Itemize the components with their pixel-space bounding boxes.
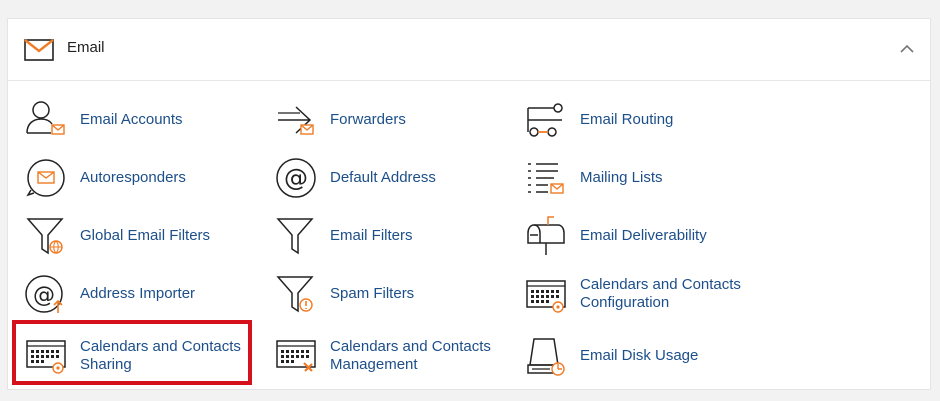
item-label: Autoresponders [80, 169, 186, 186]
spam-filters-icon [274, 273, 318, 315]
item-label: Email Filters [330, 227, 413, 244]
calendars-contacts-configuration-icon [524, 273, 568, 315]
item-label: Global Email Filters [80, 227, 211, 244]
item-label: Email Disk Usage [580, 347, 699, 364]
email-filters-icon [274, 215, 318, 257]
email-routing-icon [524, 99, 568, 141]
envelope-icon [24, 39, 54, 66]
spam-filters-link[interactable]: Spam Filters [274, 271, 514, 317]
calendars-contacts-management-link[interactable]: Calendars and Contacts Management [274, 333, 514, 379]
email-accounts-icon [24, 99, 68, 141]
autoresponders-link[interactable]: Autoresponders [24, 155, 264, 201]
global-email-filters-icon [24, 215, 68, 257]
email-routing-link[interactable]: Email Routing [524, 97, 764, 143]
item-label: Forwarders [330, 111, 406, 128]
calendars-contacts-sharing-link[interactable]: Calendars and Contacts Sharing [24, 333, 264, 379]
email-panel: Email Email Accounts Forwarders Email Ro… [7, 18, 931, 390]
email-panel-header[interactable]: Email [8, 19, 930, 81]
autoresponders-icon [24, 157, 68, 199]
calendars-contacts-configuration-link[interactable]: Calendars and Contacts Configuration [524, 271, 764, 317]
svg-text:@: @ [33, 283, 55, 308]
item-label: Mailing Lists [580, 169, 663, 186]
email-accounts-link[interactable]: Email Accounts [24, 97, 264, 143]
item-label: Address Importer [80, 285, 196, 302]
address-importer-link[interactable]: @ Address Importer [24, 271, 264, 317]
calendars-contacts-management-icon [274, 335, 318, 377]
address-importer-icon: @ [24, 273, 68, 315]
item-label: Calendars and Contacts Sharing [80, 338, 241, 373]
forwarders-link[interactable]: Forwarders [274, 97, 514, 143]
email-filters-link[interactable]: Email Filters [274, 213, 514, 259]
item-label: Email Routing [580, 111, 674, 128]
global-email-filters-link[interactable]: Global Email Filters [24, 213, 264, 259]
email-deliverability-icon [524, 215, 568, 257]
item-label: Spam Filters [330, 285, 415, 302]
forwarders-icon [274, 99, 318, 141]
panel-title: Email [67, 39, 105, 56]
svg-text:@: @ [284, 164, 308, 192]
item-label: Calendars and Contacts Configuration [580, 276, 741, 311]
email-disk-usage-icon [524, 335, 568, 377]
mailing-lists-link[interactable]: Mailing Lists [524, 155, 764, 201]
email-disk-usage-link[interactable]: Email Disk Usage [524, 333, 764, 379]
default-address-link[interactable]: @ Default Address [274, 155, 514, 201]
item-label: Default Address [330, 169, 436, 186]
chevron-up-icon[interactable] [900, 41, 914, 59]
item-label: Calendars and Contacts Management [330, 338, 491, 373]
default-address-icon: @ [274, 157, 318, 199]
item-label: Email Deliverability [580, 227, 707, 244]
item-label: Email Accounts [80, 111, 183, 128]
email-deliverability-link[interactable]: Email Deliverability [524, 213, 764, 259]
mailing-lists-icon [524, 157, 568, 199]
calendars-contacts-sharing-icon [24, 335, 68, 377]
